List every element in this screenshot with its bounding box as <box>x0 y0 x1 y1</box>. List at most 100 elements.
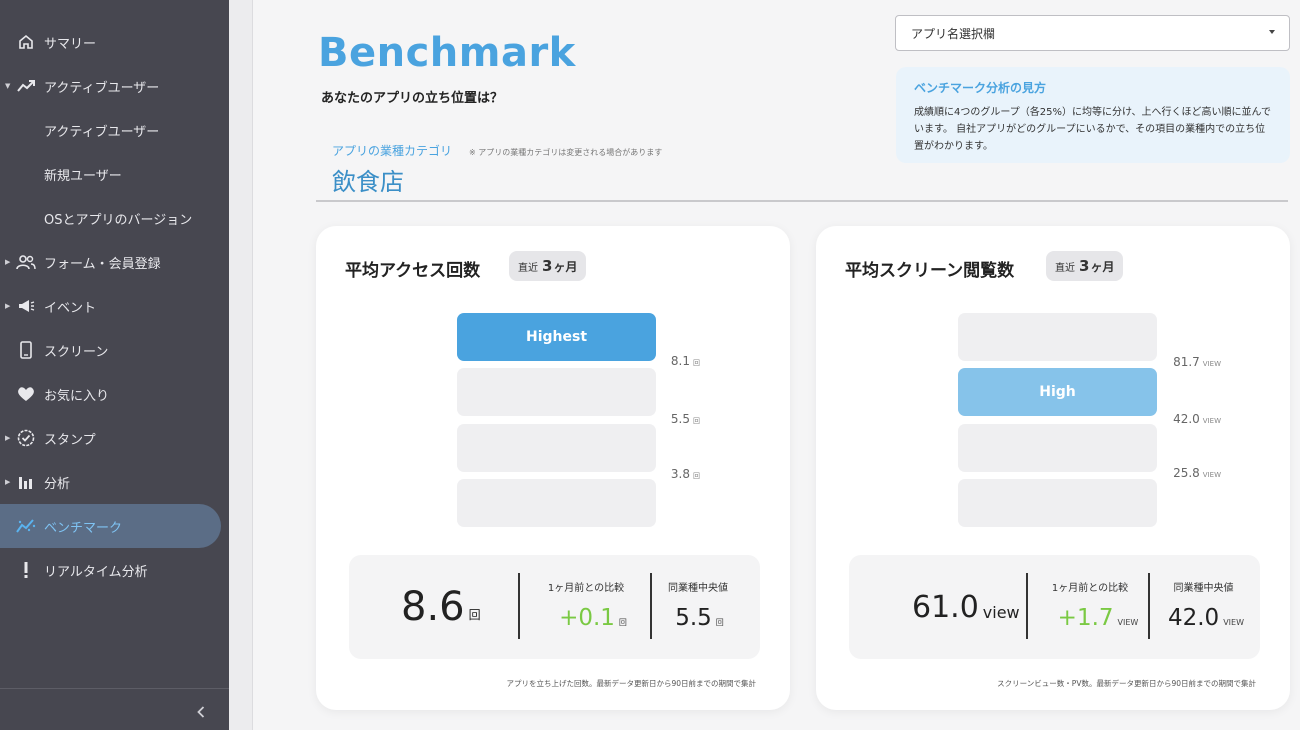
sidebar-item-label: お気に入り <box>44 388 110 404</box>
compare-number: +0.1 <box>559 605 615 631</box>
period-unit: ヶ月 <box>553 259 578 274</box>
compare-number: +1.7 <box>1057 605 1114 631</box>
sidebar-item-label: サマリー <box>44 36 97 52</box>
sidebar-subitem-active-users[interactable]: アクティブユーザー <box>0 108 229 152</box>
chevron-left-icon <box>197 706 205 718</box>
sidebar-item-label: OSとアプリのバージョン <box>44 212 193 228</box>
median-label: 同業種中央値 <box>668 583 728 594</box>
sidebar: サマリー ▼ アクティブユーザー アクティブユーザー 新規ユーザー OSとアプリ… <box>0 0 229 730</box>
tier-low <box>457 424 656 472</box>
threshold-value: 5.5 <box>670 412 690 426</box>
median-unit: 回 <box>715 618 724 627</box>
summary-divider <box>1148 573 1150 639</box>
megaphone-icon <box>16 296 36 316</box>
caret-right-icon: ▶ <box>5 258 11 266</box>
compare-unit: 回 <box>618 618 627 627</box>
info-body: 成績順に4つのグループ（各25%）に均等に分け、上へ行くほど高い順に並んでいます… <box>914 107 1271 152</box>
tier-lowest <box>958 479 1157 527</box>
sidebar-subitem-os-app-version[interactable]: OSとアプリのバージョン <box>0 196 229 240</box>
metric-card-screen-views: 平均スクリーン閲覧数 直近 3 ヶ月 High 81.7 VIEW 42.0 VIEW … <box>816 226 1290 710</box>
sidebar-item-label: アクティブユーザー <box>44 124 160 140</box>
sidebar-item-favorites[interactable]: お気に入り <box>0 372 229 416</box>
category-value: 飲食店 <box>332 168 404 196</box>
sidebar-item-stamps[interactable]: ▶ スタンプ <box>0 416 229 460</box>
threshold-unit: VIEW <box>1202 417 1221 425</box>
period-number: 3 <box>542 257 553 275</box>
period-badge: 直近 3 ヶ月 <box>509 251 587 281</box>
sidebar-subitem-new-users[interactable]: 新規ユーザー <box>0 152 229 196</box>
summary-divider <box>1026 573 1028 639</box>
period-number: 3 <box>1079 257 1090 275</box>
sidebar-item-benchmark[interactable]: ベンチマーク <box>0 504 221 548</box>
median-number: 5.5 <box>675 605 712 631</box>
sidebar-item-label: イベント <box>44 300 97 316</box>
sidebar-item-events[interactable]: ▶ イベント <box>0 284 229 328</box>
collapse-sidebar-button[interactable] <box>191 700 211 724</box>
caret-right-icon: ▶ <box>5 478 11 486</box>
tier-high <box>457 368 656 416</box>
header-divider <box>316 200 1288 202</box>
benchmark-info-box: ベンチマーク分析の見方 成績順に4つのグループ（各25%）に均等に分け、上へ行く… <box>896 67 1290 163</box>
sidebar-item-active-users[interactable]: ▼ アクティブユーザー <box>0 64 229 108</box>
sidebar-gutter <box>229 0 253 730</box>
compare-unit: VIEW <box>1117 618 1139 627</box>
metric-value: 8.6 回 <box>401 555 481 659</box>
sidebar-item-label: リアルタイム分析 <box>44 564 148 580</box>
threshold-unit: 回 <box>693 359 700 367</box>
heart-icon <box>16 384 36 404</box>
trending-up-icon <box>16 76 36 96</box>
median-value: 42.0 VIEW <box>1151 605 1261 631</box>
category-label: アプリの業種カテゴリ <box>332 144 453 158</box>
card-footnote: スクリーンビュー数・PV数。最新データ更新日から90日前までの期間で集計 <box>997 679 1256 688</box>
threshold-unit: VIEW <box>1202 471 1221 479</box>
tier-high: High <box>958 368 1157 416</box>
sidebar-item-label: スタンプ <box>44 432 96 448</box>
sidebar-item-label: フォーム・会員登録 <box>44 256 161 272</box>
metric-card-access: 平均アクセス回数 直近 3 ヶ月 Highest 8.1 回 5.5 回 3.8 回 8.… <box>316 226 790 710</box>
threshold-unit: VIEW <box>1202 360 1221 368</box>
threshold-value: 3.8 <box>670 467 690 481</box>
card-footnote: アプリを立ち上げた回数。最新データ更新日から90日前までの期間で集計 <box>506 679 756 688</box>
metric-unit: 回 <box>468 607 481 622</box>
threshold-2: 42.0 VIEW <box>1141 412 1221 426</box>
sidebar-item-analysis[interactable]: ▶ 分析 <box>0 460 229 504</box>
threshold-value: 81.7 <box>1173 355 1200 369</box>
sidebar-item-summary[interactable]: サマリー <box>0 20 229 64</box>
tier-highest <box>958 313 1157 361</box>
caret-right-icon: ▶ <box>5 434 11 442</box>
threshold-value: 42.0 <box>1173 412 1200 426</box>
caret-right-icon: ▶ <box>5 302 11 310</box>
smartphone-icon <box>16 340 36 360</box>
threshold-value: 25.8 <box>1173 466 1200 480</box>
period-badge: 直近 3 ヶ月 <box>1046 251 1124 281</box>
chevron-down-icon <box>1269 30 1275 34</box>
users-icon <box>16 252 36 272</box>
metric-summary: 61.0 view 1ヶ月前との比較 +1.7 VIEW 同業種中央値 42.0 VI… <box>849 555 1260 659</box>
period-prefix: 直近 <box>1055 262 1075 274</box>
info-title: ベンチマーク分析の見方 <box>914 81 1047 95</box>
badge-check-icon <box>16 428 36 448</box>
threshold-3: 3.8 回 <box>620 467 700 481</box>
sidebar-item-screen[interactable]: スクリーン <box>0 328 229 372</box>
card-title: 平均スクリーン閲覧数 <box>845 261 1015 281</box>
compare-value: +1.7 VIEW <box>1030 605 1166 631</box>
sidebar-item-label: ベンチマーク <box>44 520 123 536</box>
summary-divider <box>518 573 520 639</box>
app-select[interactable]: アプリ名選択欄 <box>895 15 1290 51</box>
sidebar-item-forms[interactable]: ▶ フォーム・会員登録 <box>0 240 229 284</box>
page-title: Benchmark <box>318 30 576 76</box>
exclamation-icon <box>16 560 36 580</box>
metric-unit: view <box>982 602 1020 622</box>
benchmark-icon <box>16 516 36 536</box>
metric-value: 61.0 view <box>912 555 1020 659</box>
metric-number: 8.6 <box>401 584 465 630</box>
app-select-value: アプリ名選択欄 <box>911 26 996 41</box>
compare-label: 1ヶ月前との比較 <box>547 583 625 594</box>
threshold-2: 5.5 回 <box>620 412 700 426</box>
sidebar-item-realtime[interactable]: リアルタイム分析 <box>0 548 229 592</box>
median-value: 5.5 回 <box>652 605 747 631</box>
compare-label: 1ヶ月前との比較 <box>1051 583 1129 594</box>
median-unit: VIEW <box>1223 618 1244 627</box>
tier-low <box>958 424 1157 472</box>
threshold-3: 25.8 VIEW <box>1141 466 1221 480</box>
